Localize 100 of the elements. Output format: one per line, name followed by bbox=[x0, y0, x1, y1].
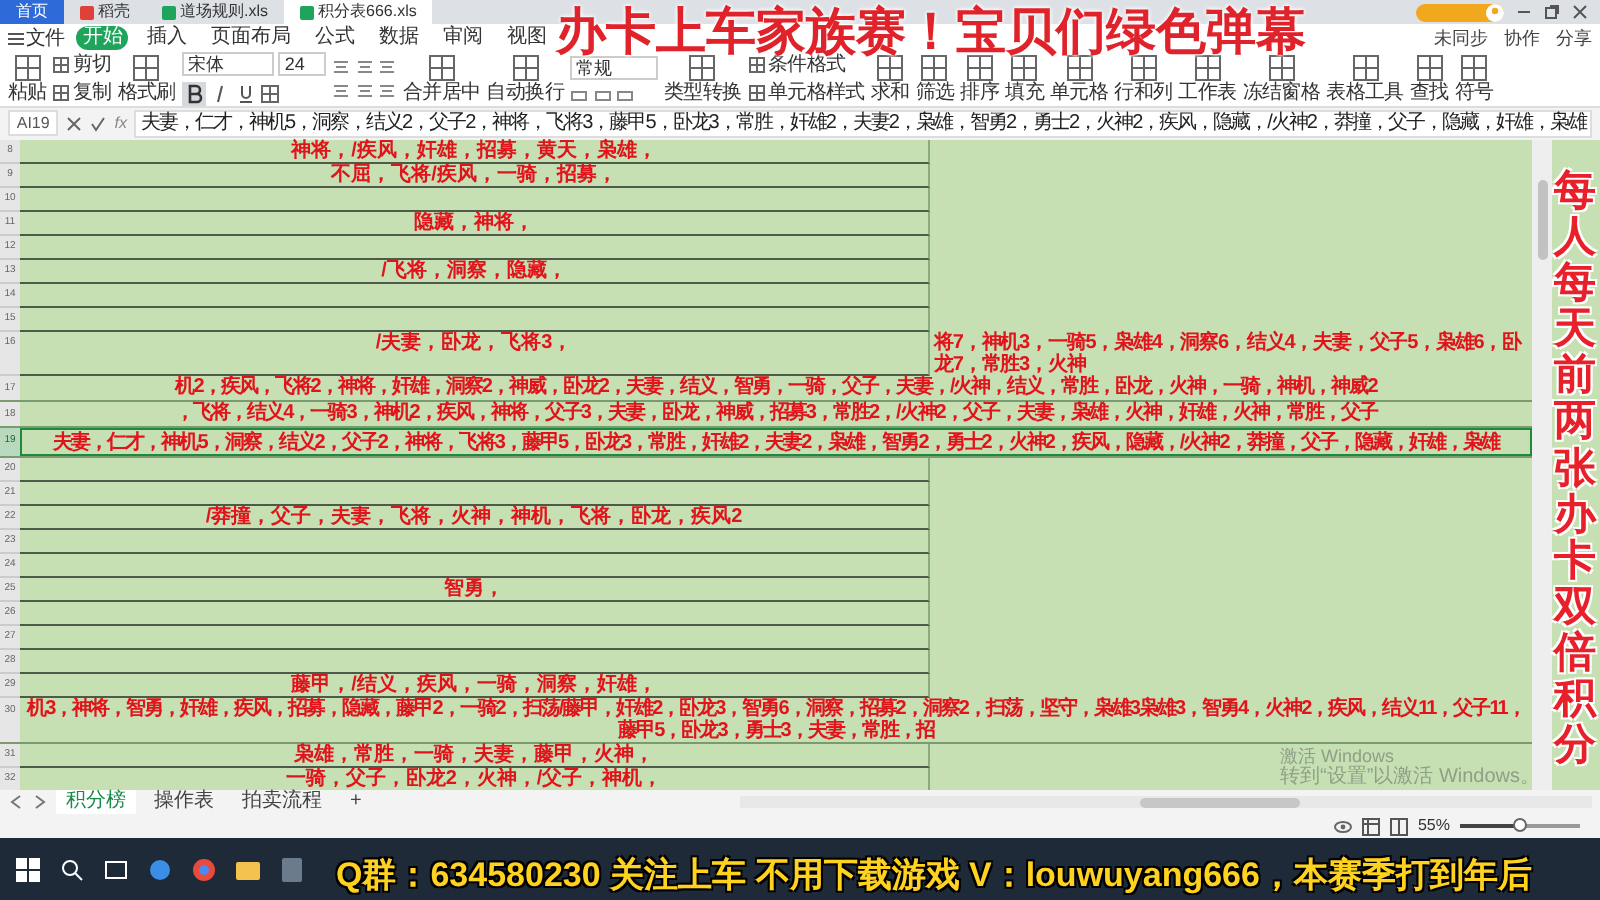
grid-icon bbox=[1129, 54, 1158, 82]
add-sheet-button[interactable]: + bbox=[340, 790, 372, 814]
grid-icon bbox=[1415, 54, 1444, 82]
table-cell-text: 将7，神机3，一骑5，枭雄4，洞察6，结义4，夫妻，父子5，枭雄6，卧龙7，常胜3，火神 bbox=[933, 332, 1524, 376]
file-menu[interactable]: 文件 bbox=[8, 27, 65, 49]
ribbon-button[interactable]: 符号 bbox=[1454, 54, 1494, 104]
window-tab[interactable]: 道场规则.xls bbox=[146, 0, 284, 24]
table-cell-text: ，飞将，结义4，一骑3，神机2，疾风，神将，父子3，夫妻，卧龙，神威，招募3，常胜2，/火神2，父子，夫妻，枭雄，火神，奸雄，火神，常胜，父子 bbox=[173, 402, 1380, 426]
spreadsheet-icon bbox=[300, 5, 314, 19]
ribbon-button[interactable]: 自动换行 bbox=[486, 54, 565, 104]
toolbar-link[interactable]: 分享 bbox=[1556, 26, 1592, 50]
ribbon-button[interactable]: 类型转换 bbox=[664, 54, 742, 104]
grid-icon bbox=[1193, 54, 1222, 82]
table-cell: 智勇， bbox=[20, 578, 930, 602]
grid-icon bbox=[876, 54, 905, 82]
number-format-select[interactable]: 常规 bbox=[570, 55, 659, 79]
grid-icon bbox=[1351, 54, 1380, 82]
horizontal-scrollbar[interactable] bbox=[739, 796, 1592, 808]
previous-sheet-icon[interactable] bbox=[8, 794, 24, 810]
align-icon[interactable] bbox=[355, 58, 374, 76]
menu-icon bbox=[8, 31, 24, 45]
eye-icon[interactable] bbox=[1333, 817, 1352, 835]
table-cell: /飞将，洞察，隐藏， bbox=[20, 260, 930, 284]
menu-tab[interactable]: 视图 bbox=[500, 26, 553, 50]
grid-icon bbox=[52, 56, 71, 74]
window-tab[interactable]: 稻壳 bbox=[64, 0, 146, 24]
align-icon[interactable] bbox=[332, 58, 351, 76]
ribbon-button[interactable]: 排序 bbox=[960, 54, 1000, 104]
menu-tab[interactable]: 插入 bbox=[140, 26, 193, 50]
ribbon-button[interactable]: 冻结窗格 bbox=[1242, 54, 1321, 104]
grid-icon bbox=[920, 54, 949, 82]
ribbon-button[interactable]: 剪切 bbox=[52, 54, 112, 76]
toolbar-link[interactable]: 未同步 bbox=[1434, 26, 1488, 50]
check-icon[interactable] bbox=[90, 115, 107, 131]
search-icon[interactable] bbox=[60, 857, 84, 881]
banner-text: Q群：634580230 关注上车 不用下载游戏 V：louwuyang666，本赛季打到年后 bbox=[336, 854, 1532, 898]
next-sheet-icon[interactable] bbox=[32, 794, 48, 810]
font-size-select[interactable]: 24 bbox=[278, 52, 327, 76]
ribbon-button[interactable]: 工作表 bbox=[1178, 54, 1237, 104]
menu-tab[interactable]: 公式 bbox=[308, 26, 361, 50]
ribbon-button[interactable]: 合并居中 bbox=[402, 54, 481, 104]
grid-icon bbox=[52, 84, 71, 102]
ribbon-button[interactable]: 复制 bbox=[52, 82, 112, 104]
grid-icon bbox=[688, 54, 717, 82]
ribbon-button[interactable]: 单元格样式 bbox=[747, 82, 865, 104]
window-tab[interactable]: 首页 bbox=[0, 0, 64, 24]
bold-button[interactable] bbox=[181, 82, 206, 106]
restore-icon[interactable] bbox=[1544, 4, 1560, 20]
ribbon-button[interactable]: 粘贴 bbox=[8, 54, 47, 104]
windows-logo-icon[interactable] bbox=[16, 857, 40, 881]
grid-icon bbox=[747, 84, 766, 102]
sheet-tab[interactable]: 操作表 bbox=[144, 790, 224, 814]
browser-icon[interactable] bbox=[192, 857, 216, 881]
name-box[interactable]: AI19 bbox=[8, 110, 59, 136]
ribbon-button[interactable]: 填充 bbox=[1005, 54, 1044, 104]
page-view-icon[interactable] bbox=[1389, 817, 1408, 835]
grid-icon bbox=[511, 54, 540, 82]
menu-tab[interactable]: 数据 bbox=[372, 26, 425, 50]
table-cell-text: 机3，神将，智勇，奸雄，疾风，招募，隐藏，藤甲2，一骑2，扫荡/藤甲，奸雄2，卧龙3，智勇6，洞察，招募2，洞察2，扫荡，坚守，枭雄3枭雄3，智勇4，火神2，疾风，结义11，父子11，藤甲5，卧龙3，勇士3，夫妻，常胜，招 bbox=[24, 698, 1527, 742]
align-icon[interactable] bbox=[378, 58, 397, 76]
document-icon bbox=[80, 5, 94, 19]
ribbon-button[interactable]: 条件格式 bbox=[747, 54, 865, 76]
ribbon-button[interactable]: 格式刷 bbox=[117, 54, 176, 104]
menu-tab[interactable]: 审阅 bbox=[436, 26, 489, 50]
font-select[interactable]: 宋体 bbox=[181, 52, 274, 76]
zoom-slider-thumb[interactable] bbox=[1513, 818, 1527, 832]
close-icon[interactable] bbox=[1572, 4, 1588, 20]
window-tab[interactable]: 积分表666.xls bbox=[284, 0, 433, 24]
ribbon-button[interactable]: 单元格 bbox=[1050, 54, 1109, 104]
cancel-icon[interactable] bbox=[66, 115, 83, 131]
ribbon-button[interactable]: 查找 bbox=[1409, 54, 1449, 104]
align-icon[interactable] bbox=[355, 82, 374, 100]
align-icon[interactable] bbox=[378, 82, 397, 100]
underline-icon[interactable] bbox=[235, 84, 256, 104]
ribbon-button[interactable]: 求和 bbox=[870, 54, 910, 104]
toolbar-link[interactable]: 协作 bbox=[1504, 26, 1540, 50]
table-cell: 枭雄，常胜，一骑，夫妻，藤甲，火神， bbox=[20, 744, 930, 768]
sheet-tab[interactable]: 积分榜 bbox=[56, 790, 136, 814]
activation-title: 激活 Windows bbox=[1280, 746, 1397, 766]
folder-icon[interactable] bbox=[236, 857, 260, 881]
grid-icon bbox=[965, 54, 994, 82]
banner-text: 每人每天前两张办卡双倍积分 bbox=[1554, 168, 1596, 769]
table-cell: /夫妻，卧龙，飞将3， bbox=[20, 332, 930, 376]
menu-tab[interactable]: 页面布局 bbox=[204, 26, 297, 50]
ribbon-button[interactable]: 筛选 bbox=[915, 54, 955, 104]
table-cell: 夫妻，仁才，神机5，洞察，结义2，父子2，神将，飞将3，藤甲5，卧龙3，常胜，奸雄2，夫妻2，枭雄，智勇2，勇士2，火神2，疾风，隐藏，/火神2，莽撞，父子，隐藏，奸雄，枭雄 bbox=[20, 428, 1532, 456]
align-icon[interactable] bbox=[332, 82, 351, 100]
normal-view-icon[interactable] bbox=[1361, 817, 1380, 835]
app-icon[interactable] bbox=[148, 857, 172, 881]
table-cell: 不屈，飞将/疾风，一骑，招募， bbox=[20, 164, 930, 188]
vertical-scrollbar[interactable] bbox=[1532, 140, 1552, 790]
sheet-tab[interactable]: 拍卖流程 bbox=[232, 790, 332, 814]
task-view-icon[interactable] bbox=[104, 857, 128, 881]
ribbon-button[interactable]: 行和列 bbox=[1114, 54, 1173, 104]
zoom-level: 55% bbox=[1417, 816, 1450, 836]
grid-icon bbox=[260, 84, 281, 104]
formula-input[interactable]: 夫妻，仁才，神机5，洞察，结义2，父子2，神将，飞将3，藤甲5，卧龙3，常胜，奸雄2，夫妻2，枭雄，智勇2，勇士2，火神2，疾风，隐藏，/火神2，莽撞，父子，隐藏，奸雄，枭雄 bbox=[134, 109, 1592, 137]
grid-icon bbox=[1010, 54, 1039, 82]
grid-icon bbox=[1065, 54, 1094, 82]
ribbon-button[interactable]: 表格工具 bbox=[1326, 54, 1404, 104]
